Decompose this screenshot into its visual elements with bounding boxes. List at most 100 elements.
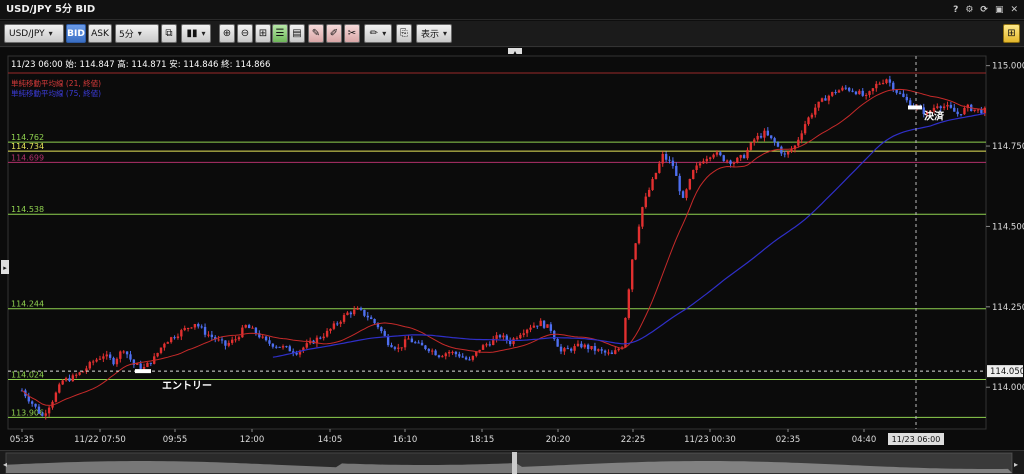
candlestick-chart[interactable]: ▴ ▸ 115.000 114.750 114.500 114.250 114.000 114… (0, 48, 1024, 450)
y-tick-label: 114.000 (992, 383, 1024, 393)
draw-clear-button[interactable]: ✂ (344, 24, 360, 43)
candle-body (837, 90, 841, 93)
candle-body (831, 92, 834, 96)
candle-body (634, 243, 637, 260)
candle-body (146, 362, 149, 367)
candle-body (359, 307, 363, 310)
candle-body (573, 346, 576, 351)
candle-body (871, 88, 875, 92)
x-tick-label: 20:20 (546, 435, 571, 445)
entry-marker (135, 369, 151, 374)
candle-body (332, 323, 336, 329)
display-menu-button[interactable]: 表示 (416, 24, 452, 43)
candle-body (420, 342, 424, 346)
candle-body (844, 87, 847, 89)
candle-body (905, 96, 908, 101)
snapshot-button[interactable]: ⎘ (396, 24, 412, 43)
navigator-chart[interactable]: ◂ ▸ (0, 451, 1024, 474)
candle-body (576, 343, 580, 347)
candle-body (556, 339, 559, 347)
candle-body (834, 92, 837, 94)
candle-body (383, 331, 386, 336)
candle-body (566, 348, 569, 350)
candle-body (380, 327, 383, 332)
camera-icon: ⎘ (400, 27, 408, 39)
ask-button[interactable]: ASK (88, 24, 112, 43)
candle-body (339, 321, 342, 324)
candle-body (668, 159, 671, 161)
sync-icon[interactable]: ⟳ (980, 0, 988, 20)
zoom-out-button[interactable]: ⊖ (237, 24, 253, 43)
layout-button[interactable]: ⊞ (1003, 24, 1020, 43)
help-icon[interactable]: ? (953, 0, 958, 20)
candle-body (458, 354, 461, 357)
candle-body (254, 327, 258, 334)
candle-body (224, 340, 227, 346)
candle-body (983, 107, 986, 114)
candle-body (271, 343, 275, 347)
candle-body (763, 130, 766, 138)
range-navigator[interactable]: ◂ ▸ (0, 450, 1024, 474)
chart-type-button[interactable]: ▮▮ (181, 24, 211, 43)
candle-body (44, 413, 47, 416)
level-label: 114.699 (11, 153, 44, 162)
ohlc-readout: 11/23 06:00 始: 114.847 高: 114.871 安: 114… (11, 60, 271, 70)
zoom-in-button[interactable]: ⊕ (219, 24, 235, 43)
symbol-select[interactable]: USD/JPY (4, 24, 64, 43)
draw-edit-button[interactable]: ✐ (326, 24, 342, 43)
candle-body (546, 324, 549, 328)
chart-area[interactable]: ▴ ▸ 115.000 114.750 114.500 114.250 114.000 114… (0, 48, 1024, 450)
timeframe-select[interactable]: 5分 (115, 24, 159, 43)
candle-body (414, 342, 417, 344)
candle-body (885, 79, 888, 83)
window-button[interactable]: ▤ (289, 24, 305, 43)
candle-body (393, 347, 397, 349)
candle-body (427, 349, 430, 352)
candle-body (817, 101, 820, 108)
display-menu-label: 表示 (420, 30, 439, 40)
navigator-right-arrow-icon: ▸ (1014, 460, 1018, 469)
candle-body (336, 323, 339, 325)
candle-body (946, 104, 949, 107)
candle-body (898, 92, 902, 94)
candle-body (895, 89, 898, 93)
candle-body (529, 327, 532, 330)
level-label: 114.734 (11, 142, 44, 151)
maximize-icon[interactable]: ▣ (995, 0, 1004, 20)
bid-button[interactable]: BID (66, 24, 86, 43)
timeframe-value: 5分 (119, 30, 134, 40)
candle-body (356, 307, 359, 310)
fit-button[interactable]: ⊞ (255, 24, 271, 43)
x-tick-label: 05:35 (10, 435, 35, 445)
candle-body (786, 151, 790, 155)
candle-body (641, 207, 644, 227)
y-tick-label: 114.500 (992, 222, 1024, 232)
candle-body (705, 158, 708, 162)
candle-body (268, 340, 271, 344)
candle-body (217, 339, 220, 341)
gear-icon[interactable]: ⚙ (965, 0, 973, 20)
candle-body (173, 337, 176, 339)
window-controls: ? ⚙ ⟳ ▣ ✕ (953, 0, 1018, 20)
candle-body (675, 165, 678, 176)
candle-body (939, 106, 942, 109)
line-tool-button[interactable]: ☰ (272, 24, 288, 43)
draw-add-button[interactable]: ✎ (308, 24, 324, 43)
candle-body (902, 93, 905, 97)
candle-body (892, 82, 895, 90)
candle-body (980, 109, 983, 114)
candle-body (468, 359, 471, 361)
close-icon[interactable]: ✕ (1010, 0, 1018, 20)
candle-body (671, 160, 675, 166)
candle-body (64, 378, 68, 381)
candle-body (719, 152, 722, 156)
copy-button[interactable]: ⧉ (161, 24, 177, 43)
candle-body (681, 191, 685, 198)
pen-tool-button[interactable]: ✏ (364, 24, 392, 43)
candle-body (749, 142, 753, 150)
candle-body (597, 349, 600, 351)
candle-body (288, 346, 292, 352)
candle-body (888, 79, 892, 83)
candle-body (353, 309, 356, 315)
candle-body (932, 107, 936, 111)
